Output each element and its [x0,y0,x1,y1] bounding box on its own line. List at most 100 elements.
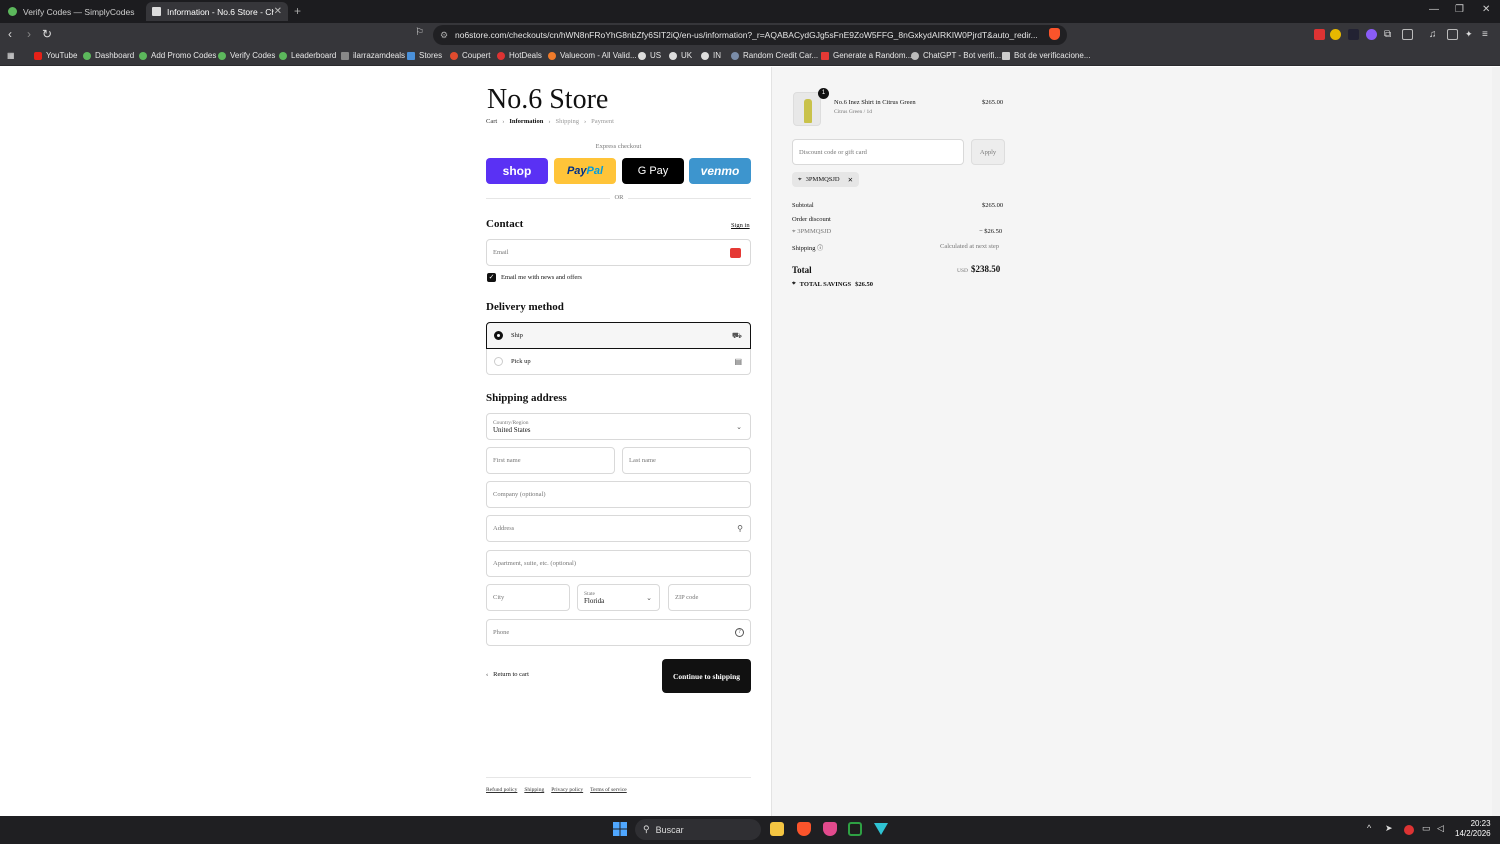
restore-icon[interactable]: ❐ [1455,4,1464,15]
bookmark-item[interactable]: Verify Codes [218,51,275,60]
tab-verify-codes[interactable]: Verify Codes — SimplyCodes [2,2,144,21]
bookmark-item[interactable]: UK [669,51,692,60]
first-name-field[interactable]: First name [486,447,615,474]
delivery-option-ship[interactable]: Ship ⛟ [486,322,751,349]
newsletter-checkbox[interactable]: ✓ [487,273,496,282]
company-field[interactable]: Company (optional) [486,481,751,508]
apartment-field[interactable]: Apartment, suite, etc. (optional) [486,550,751,577]
help-icon[interactable]: ⓘ [817,246,823,252]
shop-pay-button[interactable]: shop [486,158,548,184]
last-name-field[interactable]: Last name [622,447,751,474]
help-icon[interactable]: ? [735,628,744,637]
telegram-icon[interactable]: ➤ [1385,823,1393,834]
brave-shields-icon[interactable] [1049,28,1060,40]
minimize-icon[interactable]: — [1429,4,1439,15]
menu-icon[interactable]: ≡ [1482,29,1493,40]
refund-policy-link[interactable]: Refund policy [486,787,517,793]
forward-icon[interactable]: › [27,27,31,41]
bookmark-item[interactable]: IN [701,51,721,60]
taskbar-search[interactable]: ⚲ Buscar [635,819,761,840]
savings-value: $26.50 [855,280,874,288]
autofill-icon[interactable] [730,248,741,258]
address-field[interactable]: Address ⚲ [486,515,751,542]
discount-code-field[interactable]: Discount code or gift card [792,139,964,165]
privacy-policy-link[interactable]: Privacy policy [551,787,583,793]
bookmark-item[interactable]: Leaderboard [279,51,336,60]
file-explorer-icon[interactable] [770,822,784,836]
google-pay-button[interactable]: G Pay [622,158,684,184]
paypal-button[interactable]: Pay Pal [554,158,616,184]
shirt-image [804,99,812,123]
subtotal-label: Subtotal [792,202,814,209]
puzzle-icon[interactable]: ⧉ [1384,29,1395,40]
bookmark-item[interactable]: ChatGPT - Bot verifi... [911,51,1001,60]
address-bar[interactable]: ⚙ no6store.com/checkouts/cn/hWN8nFRoYhG8… [433,25,1067,45]
phone-field[interactable]: Phone ? [486,619,751,646]
extension-icon[interactable] [1314,29,1325,40]
state-select[interactable]: State Florida ⌄ [577,584,660,611]
bookmark-item[interactable]: Generate a Random... [821,51,912,60]
close-window-icon[interactable]: ✕ [1482,4,1490,15]
bookmark-item[interactable]: YouTube [34,51,77,60]
apps-grid-icon[interactable]: ▦ [7,51,15,60]
leo-icon[interactable]: ✦ [1465,29,1476,40]
bookmark-item[interactable]: ilarrazamdeals [341,51,405,60]
terms-link[interactable]: Terms of service [590,787,627,793]
bookmark-label: US [650,51,662,60]
browser-icon[interactable] [823,822,837,836]
system-clock[interactable]: 20:23 14/2/2026 [1455,819,1491,839]
bookmark-item[interactable]: HotDeals [497,51,542,60]
return-to-cart-link[interactable]: ‹ Return to cart [486,671,529,678]
media-icon[interactable]: ♫ [1429,29,1440,40]
bookmark-item[interactable]: Dashboard [83,51,134,60]
bookmark-item[interactable]: Bot de verificacione... [1002,51,1090,60]
bookmark-item[interactable]: Coupert [450,51,490,60]
bookmark-icon[interactable]: ⚐ [415,27,424,38]
bookmark-item[interactable]: Add Promo Codes [139,51,216,60]
back-icon[interactable]: ‹ [8,27,12,41]
bookmark-item[interactable]: Stores [407,51,442,60]
shipping-policy-link[interactable]: Shipping [524,787,544,793]
remove-discount-icon[interactable]: ✕ [848,176,853,184]
city-field[interactable]: City [486,584,570,611]
country-select[interactable]: Country/Region United States ⌄ [486,413,751,440]
brave-browser-icon[interactable] [797,822,811,836]
bookmark-item[interactable]: Valuecom - All Valid... [548,51,637,60]
email-field[interactable]: Email [486,239,751,266]
tray-app-icon[interactable] [1404,825,1414,835]
breadcrumb-cart[interactable]: Cart [486,118,497,125]
wallet-icon[interactable] [1402,29,1413,40]
scrollbar[interactable] [1492,67,1500,816]
network-icon[interactable]: ▭ [1422,823,1431,834]
valuecom-icon [548,51,556,60]
sign-in-link[interactable]: Sign in [731,222,750,229]
app-icon[interactable] [874,822,888,836]
footer-links: Refund policy Shipping Privacy policy Te… [486,787,627,793]
site-info-icon[interactable]: ⚙ [440,30,448,41]
venmo-button[interactable]: venmo [689,158,751,184]
return-label: Return to cart [493,671,529,678]
tab-checkout[interactable]: Information - No.6 Store - Check ✕ [146,2,288,21]
reload-icon[interactable]: ↻ [42,27,52,41]
volume-icon[interactable]: ◁ [1437,823,1444,834]
extension-icon[interactable] [1348,29,1359,40]
close-tab-icon[interactable]: ✕ [274,6,282,17]
bookmark-item[interactable]: US [638,51,661,60]
delivery-option-pickup[interactable]: Pick up ▤ [486,349,751,375]
discount-code: 3PMMQSJD [797,228,832,235]
zip-field[interactable]: ZIP code [668,584,751,611]
extension-icon[interactable] [1330,29,1341,40]
radio-pickup[interactable] [494,357,503,366]
extension-icon[interactable] [1366,29,1377,40]
radio-ship[interactable] [494,331,503,340]
bookmark-item[interactable]: Random Credit Car... [731,51,818,60]
continue-to-shipping-button[interactable]: Continue to shipping [662,659,751,693]
tag-icon: ⌖ [792,280,796,287]
windows-start-icon[interactable] [613,822,627,836]
apply-button[interactable]: Apply [971,139,1005,165]
sidebar-icon[interactable] [1447,29,1458,40]
chevron-up-icon[interactable]: ^ [1367,823,1371,833]
order-summary-pane [771,67,1492,816]
new-tab-button[interactable]: + [294,4,301,18]
terminal-icon[interactable] [848,822,862,836]
